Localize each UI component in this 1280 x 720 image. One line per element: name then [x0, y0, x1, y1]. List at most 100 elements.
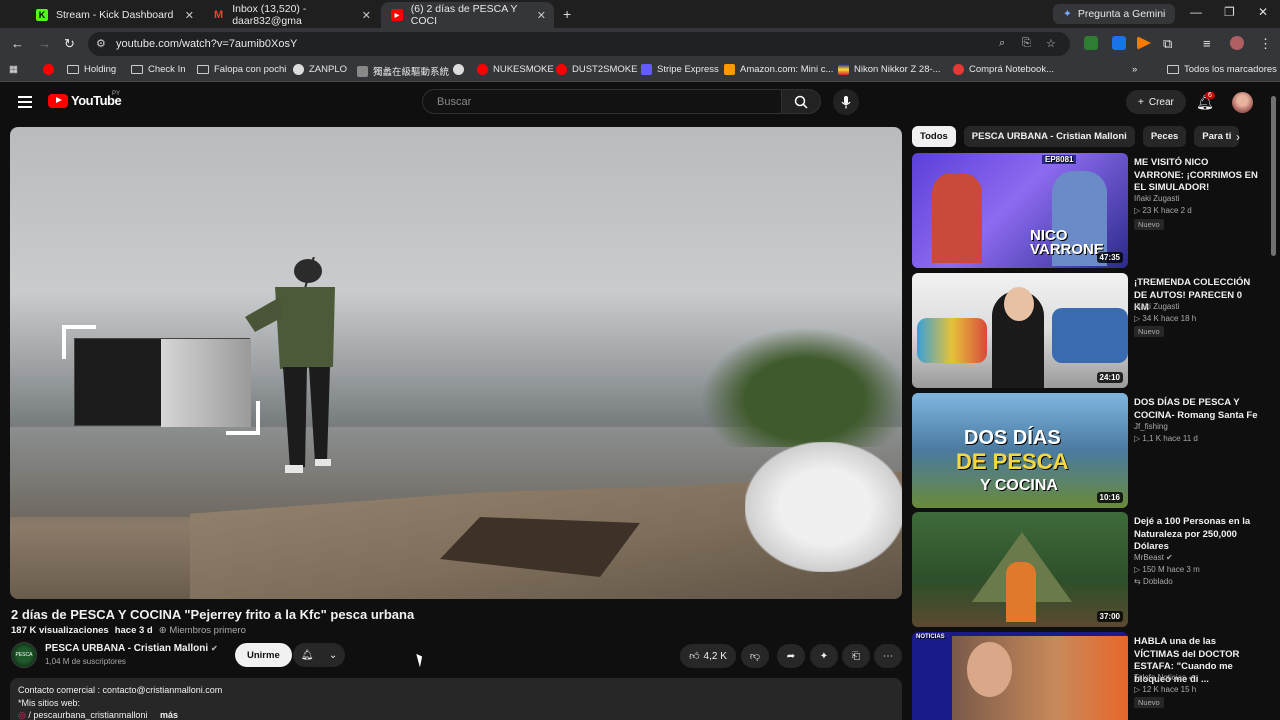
video-duration: 47:35 — [1096, 252, 1123, 263]
recommendation-title[interactable]: DOS DÍAS DE PESCA Y COCINA- Romang Santa… — [1134, 397, 1259, 422]
subscribe-bell-dropdown[interactable]: 🔔︎ ⌄ — [293, 643, 345, 667]
chip-for-you[interactable]: Para ti — [1194, 126, 1240, 147]
close-icon[interactable]: ✕ — [362, 9, 371, 22]
bookmark-holding[interactable]: Holding — [67, 64, 116, 75]
recommendation-item[interactable]: NOTICIAS HABLA una de las VÍCTIMAS del D… — [912, 632, 1262, 720]
bookmark-driver[interactable]: 獨蠡在級驅動系統 — [357, 64, 449, 78]
join-label: Unirme — [247, 649, 280, 661]
country-code: PY — [112, 91, 121, 97]
recommendation-title[interactable]: ME VISITÓ NICO VARRONE: ¡CORRIMOS EN EL … — [1134, 157, 1259, 195]
members-first: ⊕ Miembros primero — [158, 625, 246, 636]
ask-button[interactable]: ✦ — [810, 644, 838, 668]
recommendation-item[interactable]: 37:00 Dejé a 100 Personas en la Naturale… — [912, 512, 1262, 628]
fisherman-figure — [245, 257, 335, 473]
bookmark-amazon[interactable]: Amazon.com: Mini c... — [724, 64, 833, 75]
tab-gmail[interactable]: M Inbox (13,520) - daar832@gma ✕ — [203, 2, 379, 28]
members-label: Miembros primero — [169, 625, 246, 636]
tab-kick[interactable]: K Stream - Kick Dashboard ✕ — [26, 2, 202, 28]
star-icon[interactable]: ☆ — [1046, 37, 1056, 50]
all-bookmarks[interactable]: Todos los marcadores — [1167, 64, 1277, 75]
video-thumbnail[interactable]: 24:10 — [912, 273, 1128, 388]
recommendation-channel[interactable]: Iñaki Zugasti — [1134, 301, 1179, 313]
tab-youtube[interactable]: ▶ (6) 2 días de PESCA Y COCI ✕ — [381, 2, 554, 28]
close-icon[interactable]: ✕ — [185, 9, 194, 22]
new-tab-button[interactable]: + — [563, 6, 571, 22]
recommendation-channel[interactable]: Iñaki Zugasti — [1134, 193, 1179, 205]
puzzle-icon[interactable]: ⧉ — [1163, 36, 1172, 52]
recommendation-channel[interactable]: Telefe Noticias ✔ — [1134, 672, 1195, 684]
share-button[interactable]: ➦ — [777, 644, 805, 668]
bookmark-nikon[interactable]: Nikon Nikkor Z 28-... — [838, 64, 941, 75]
bookmark-notebook[interactable]: Comprá Notebook... — [953, 64, 1054, 75]
dislike-button[interactable]: 👎︎ — [741, 644, 769, 668]
video-meta: 187 K visualizaciones hace 3 d ⊕ Miembro… — [11, 625, 246, 636]
url-field[interactable]: youtube.com/watch?v=7aumib0XosY — [88, 32, 1070, 56]
forward-icon[interactable]: → — [38, 36, 51, 51]
cast-icon[interactable]: ⎘ — [1022, 37, 1031, 50]
search-input[interactable]: Buscar — [422, 89, 782, 114]
bookmark-dust2smoke[interactable]: DUST2SMOKE — [556, 64, 637, 75]
close-icon[interactable]: ✕ — [537, 9, 546, 22]
bookmark-globe[interactable] — [453, 64, 464, 75]
recommendation-item[interactable]: DOS DÍAS DE PESCA Y COCINA 10:16 DOS DÍA… — [912, 393, 1262, 509]
chip-all[interactable]: Todos — [912, 126, 956, 147]
recommendation-channel[interactable]: Jf_fishing — [1134, 421, 1168, 433]
video-thumbnail[interactable]: NOTICIAS — [912, 632, 1128, 720]
join-button[interactable]: Unirme — [235, 643, 292, 667]
extension-icon[interactable] — [1084, 36, 1098, 50]
zoom-icon[interactable]: ⌕ — [999, 37, 1005, 50]
dubbed-label: ⇆ Doblado — [1134, 577, 1173, 586]
bookmark-stripe[interactable]: Stripe Express — [641, 64, 719, 75]
extension-icon[interactable] — [1112, 36, 1126, 50]
maximize-icon[interactable]: ❐ — [1224, 5, 1235, 19]
video-thumbnail[interactable]: 37:00 — [912, 512, 1128, 627]
profile-icon[interactable] — [1230, 36, 1244, 50]
chip-fish[interactable]: Peces — [1142, 126, 1187, 147]
channel-avatar[interactable]: PESCA — [11, 642, 37, 668]
mouse-cursor — [416, 652, 425, 668]
bookmark-youtube[interactable] — [43, 64, 54, 75]
save-button[interactable]: ⎗ — [842, 644, 870, 668]
bookmark-nukesmoke[interactable]: NUKESMOKE — [477, 64, 554, 75]
media-icon[interactable]: ≡ — [1203, 36, 1211, 51]
video-player[interactable] — [10, 127, 902, 599]
bookmark-checkin[interactable]: Check In — [131, 64, 186, 75]
more-actions-button[interactable]: ⋯ — [874, 644, 902, 668]
recommendation-channel[interactable]: MrBeast ✔ — [1134, 552, 1173, 564]
thumbnail-tag: NOTICIAS — [916, 634, 945, 640]
back-icon[interactable]: ← — [11, 36, 24, 51]
reload-icon[interactable]: ↻ — [64, 36, 75, 52]
youtube-logo[interactable]: YouTube — [48, 93, 122, 108]
minimize-icon[interactable]: — — [1190, 5, 1202, 19]
channel-name[interactable]: PESCA URBANA - Cristian Malloni ✔ — [45, 643, 218, 654]
account-avatar[interactable] — [1232, 92, 1253, 113]
apps-icon[interactable]: ▦ — [9, 64, 18, 75]
car-figure — [1052, 308, 1128, 363]
gemini-button[interactable]: ✦ Pregunta a Gemini — [1053, 4, 1176, 24]
menu-icon[interactable]: ⋮ — [1259, 36, 1272, 52]
instagram-link[interactable]: / pescaurbana_cristianmalloni — [28, 710, 147, 720]
hamburger-menu-icon[interactable] — [18, 96, 32, 108]
create-button[interactable]: + Crear — [1126, 90, 1186, 114]
bookmark-falopa[interactable]: Falopa con pochi — [197, 64, 286, 75]
description-box[interactable]: Contacto comercial : contacto@cristianma… — [10, 678, 902, 720]
video-thumbnail[interactable]: EP8081 NICO VARRONE 47:35 — [912, 153, 1128, 268]
bookmark-zanplo[interactable]: ZANPLO — [293, 64, 347, 75]
recommendation-title[interactable]: Dejé a 100 Personas en la Naturaleza por… — [1134, 516, 1259, 554]
chip-channel[interactable]: PESCA URBANA - Cristian Malloni — [963, 126, 1135, 147]
search-button[interactable] — [781, 89, 821, 114]
like-button[interactable]: 👍︎ 4,2 K — [680, 644, 736, 668]
recommendation-item[interactable]: 24:10 ¡TREMENDA COLECCIÓN DE AUTOS! PARE… — [912, 273, 1262, 389]
folder-icon — [67, 65, 79, 74]
close-window-icon[interactable]: ✕ — [1258, 5, 1268, 19]
recommendation-item[interactable]: EP8081 NICO VARRONE 47:35 ME VISITÓ NICO… — [912, 153, 1262, 269]
voice-search-button[interactable] — [833, 89, 859, 115]
chevron-right-icon[interactable]: › — [1236, 130, 1240, 144]
video-thumbnail[interactable]: DOS DÍAS DE PESCA Y COCINA 10:16 — [912, 393, 1128, 508]
site-info-icon[interactable]: ⚙ — [96, 37, 106, 50]
sparkle-icon: ✦ — [1063, 8, 1072, 20]
more-bookmarks-icon[interactable]: » — [1132, 64, 1137, 75]
page-scrollbar[interactable] — [1271, 96, 1276, 256]
show-more-link[interactable]: más — [160, 710, 178, 720]
play-extension-icon[interactable] — [1137, 36, 1151, 50]
